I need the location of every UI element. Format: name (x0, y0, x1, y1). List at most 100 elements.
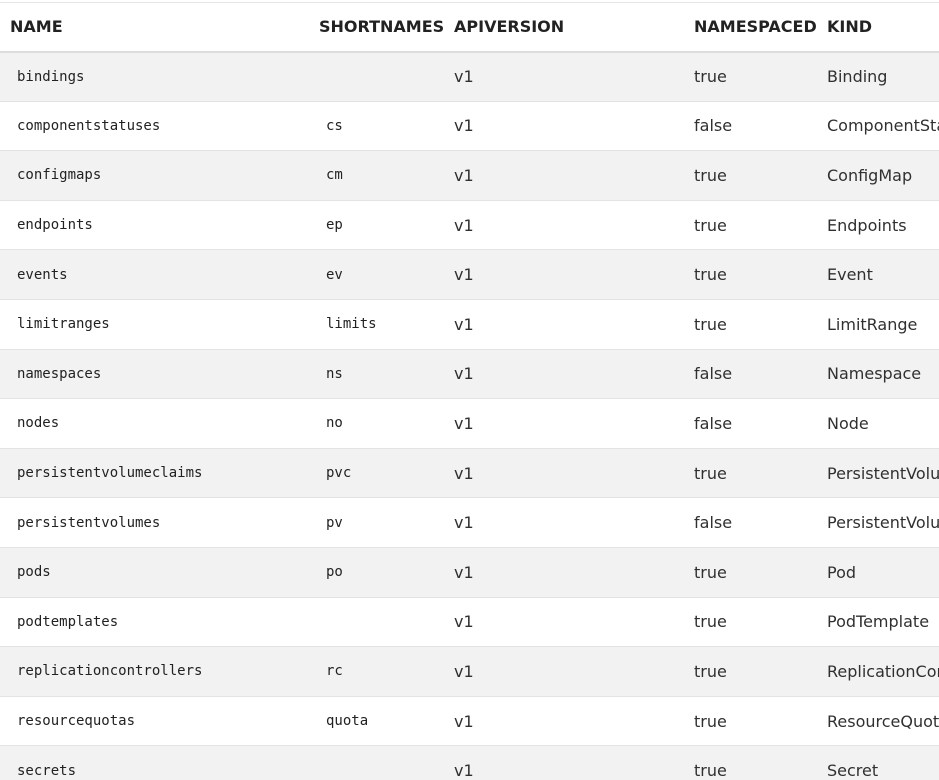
cell-namespaced: false (694, 364, 733, 384)
cell-apiversion: v1 (454, 562, 474, 582)
cell-name: nodes (17, 415, 60, 432)
header-row: NAME SHORTNAMES APIVERSION NAMESPACED KI… (0, 2, 939, 52)
cell-shortnames: ep (326, 217, 343, 234)
api-resources-table: NAME SHORTNAMES APIVERSION NAMESPACED KI… (0, 2, 939, 780)
cell-shortnames: limits (326, 316, 377, 333)
cell-apiversion: v1 (454, 116, 474, 136)
table-row: podtemplates v1 true PodTemplate (0, 597, 939, 647)
table-row: bindings v1 true Binding (0, 51, 939, 102)
cell-kind: Namespace (827, 364, 922, 384)
cell-shortnames: pvc (326, 465, 352, 482)
cell-name: namespaces (17, 365, 102, 382)
cell-namespaced: true (694, 661, 727, 681)
cell-kind: ResourceQuota (827, 711, 939, 731)
column-header-kind: KIND (827, 17, 873, 37)
cell-apiversion: v1 (454, 364, 474, 384)
cell-name: bindings (17, 68, 85, 85)
cell-kind: PersistentVolume (827, 513, 939, 533)
table-row: persistentvolumes pv v1 false PersistentVolu… (0, 497, 939, 548)
cell-kind: Event (827, 265, 873, 285)
cell-apiversion: v1 (454, 314, 474, 334)
cell-kind: Endpoints (827, 215, 907, 235)
cell-name: limitranges (17, 316, 110, 333)
cell-shortnames: ev (326, 266, 343, 283)
cell-apiversion: v1 (454, 513, 474, 533)
table-row: persistentvolumeclaims pvc v1 true Persisten… (0, 448, 939, 498)
cell-name: resourcequotas (17, 713, 136, 730)
cell-kind: PersistentVolumeClaim (827, 463, 939, 483)
cell-shortnames: cs (326, 117, 343, 134)
cell-shortnames (309, 746, 444, 780)
cell-shortnames: quota (326, 713, 369, 730)
cell-apiversion: v1 (454, 612, 474, 632)
cell-apiversion: v1 (454, 165, 474, 185)
cell-name: configmaps (17, 167, 102, 184)
cell-shortnames: pv (326, 514, 343, 531)
column-header-namespaced: NAMESPACED (694, 17, 817, 37)
cell-apiversion: v1 (454, 67, 474, 87)
table-row: secrets v1 true Secret (0, 745, 939, 780)
cell-name: persistentvolumeclaims (17, 465, 203, 482)
cell-namespaced: true (694, 314, 727, 334)
cell-namespaced: false (694, 413, 733, 433)
cell-namespaced: true (694, 562, 727, 582)
cell-shortnames: cm (326, 167, 343, 184)
cell-namespaced: true (694, 165, 727, 185)
cell-shortnames: rc (326, 663, 343, 680)
cell-namespaced: false (694, 513, 733, 533)
cell-namespaced: false (694, 116, 733, 136)
table-body: bindings v1 true Binding componentstatuses cs… (0, 51, 939, 780)
cell-namespaced: true (694, 761, 727, 780)
api-resources-page: NAME SHORTNAMES APIVERSION NAMESPACED KI… (0, 0, 939, 780)
cell-kind: ConfigMap (827, 165, 913, 185)
cell-kind: Node (827, 413, 869, 433)
cell-apiversion: v1 (454, 761, 474, 780)
cell-name: replicationcontrollers (17, 663, 203, 680)
table-row: endpoints ep v1 true Endpoints (0, 200, 939, 250)
table-row: events ev v1 true Event (0, 249, 939, 300)
cell-name: endpoints (17, 217, 93, 234)
cell-apiversion: v1 (454, 661, 474, 681)
cell-apiversion: v1 (454, 215, 474, 235)
table-row: resourcequotas quota v1 true ResourceQuota (0, 696, 939, 746)
table-row: componentstatuses cs v1 false ComponentStatu… (0, 101, 939, 151)
table-row: configmaps cm v1 true ConfigMap (0, 150, 939, 201)
cell-namespaced: true (694, 612, 727, 632)
cell-kind: Pod (827, 562, 857, 582)
cell-shortnames (309, 597, 444, 647)
table-row: limitranges limits v1 true LimitRange (0, 299, 939, 350)
cell-name: componentstatuses (17, 117, 161, 134)
cell-name: secrets (17, 762, 77, 779)
cell-kind: Secret (827, 761, 879, 780)
cell-name: persistentvolumes (17, 514, 161, 531)
table-row: replicationcontrollers rc v1 true Replicatio… (0, 646, 939, 697)
cell-shortnames: po (326, 564, 343, 581)
cell-apiversion: v1 (454, 463, 474, 483)
cell-name: pods (17, 564, 51, 581)
column-header-name: NAME (10, 17, 63, 37)
cell-apiversion: v1 (454, 265, 474, 285)
cell-namespaced: true (694, 711, 727, 731)
cell-kind: Binding (827, 67, 888, 87)
table-row: nodes no v1 false Node (0, 398, 939, 449)
cell-name: podtemplates (17, 613, 119, 630)
table-row: namespaces ns v1 false Namespace (0, 349, 939, 399)
cell-namespaced: true (694, 215, 727, 235)
table-row: pods po v1 true Pod (0, 547, 939, 598)
cell-shortnames: no (326, 415, 343, 432)
cell-shortnames (309, 52, 444, 102)
cell-apiversion: v1 (454, 711, 474, 731)
table-header: NAME SHORTNAMES APIVERSION NAMESPACED KI… (0, 2, 939, 52)
cell-namespaced: true (694, 265, 727, 285)
cell-shortnames: ns (326, 365, 343, 382)
cell-kind: ComponentStatus (827, 116, 939, 136)
cell-namespaced: true (694, 67, 727, 87)
cell-name: events (17, 266, 68, 283)
column-header-shortnames: SHORTNAMES (319, 17, 445, 37)
cell-apiversion: v1 (454, 413, 474, 433)
cell-kind: ReplicationController (827, 661, 939, 681)
cell-kind: LimitRange (827, 314, 918, 334)
cell-kind: PodTemplate (827, 612, 930, 632)
cell-namespaced: true (694, 463, 727, 483)
column-header-apiversion: APIVERSION (454, 17, 565, 37)
